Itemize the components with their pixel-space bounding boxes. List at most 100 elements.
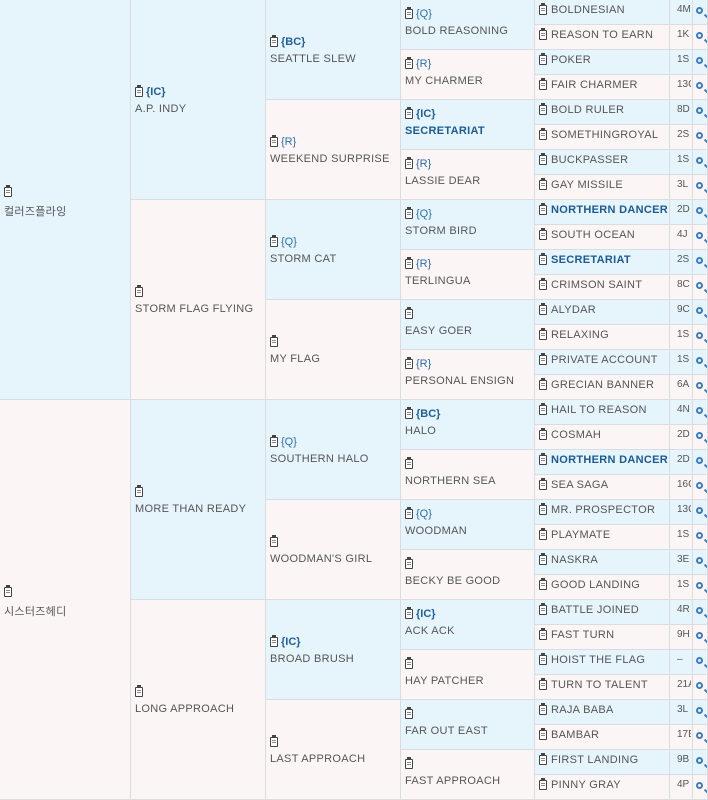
horse-name-link[interactable]: WOODMAN'S GIRL xyxy=(270,553,396,565)
magnifier-icon[interactable] xyxy=(696,32,703,39)
clipboard-icon[interactable] xyxy=(539,553,547,566)
horse-name-link[interactable]: HALO xyxy=(405,425,530,437)
horse-name-link[interactable]: BOLDNESIAN xyxy=(551,4,625,16)
clipboard-icon[interactable] xyxy=(539,778,547,791)
horse-cell-gen5-boldnesian[interactable]: BOLDNESIAN 4M xyxy=(535,0,708,25)
horse-name-link[interactable]: FAIR CHARMER xyxy=(551,79,638,91)
clipboard-icon[interactable] xyxy=(135,85,143,98)
horse-name-link[interactable]: BECKY BE GOOD xyxy=(405,575,530,587)
horse-name-link[interactable]: TERLINGUA xyxy=(405,275,530,287)
clipboard-icon[interactable] xyxy=(270,435,278,448)
horse-name-link[interactable]: ALYDAR xyxy=(551,304,596,316)
horse-name-link[interactable]: LONG APPROACH xyxy=(135,703,261,715)
horse-cell-gen3-weekend-surprise[interactable]: {R} WEEKEND SURPRISE xyxy=(266,100,401,200)
horse-cell-gen2-long-approach[interactable]: LONG APPROACH xyxy=(131,600,266,800)
horse-cell-gen5-northern-dancer[interactable]: NORTHERN DANCER 2D xyxy=(535,200,708,225)
clipboard-icon[interactable] xyxy=(539,453,547,466)
horse-name-link[interactable]: FAR OUT EAST xyxy=(405,725,530,737)
clipboard-icon[interactable] xyxy=(539,303,547,316)
horse-cell-gen5-gay-missile[interactable]: GAY MISSILE 3L xyxy=(535,175,708,200)
horse-cell-gen4-personal-ensign[interactable]: {R} PERSONAL ENSIGN xyxy=(401,350,535,400)
magnifier-icon[interactable] xyxy=(696,182,703,189)
horse-cell-gen3-my-flag[interactable]: MY FLAG xyxy=(266,300,401,400)
horse-name-link[interactable]: SOUTHERN HALO xyxy=(270,453,396,465)
magnifier-icon[interactable] xyxy=(696,257,703,264)
clipboard-icon[interactable] xyxy=(539,228,547,241)
clipboard-icon[interactable] xyxy=(539,153,547,166)
horse-name-link[interactable]: BAMBAR xyxy=(551,729,599,741)
magnifier-icon[interactable] xyxy=(696,57,703,64)
horse-name-link[interactable]: WOODMAN xyxy=(405,525,530,537)
clipboard-icon[interactable] xyxy=(4,585,12,598)
horse-cell-gen5-fair-charmer[interactable]: FAIR CHARMER 13C xyxy=(535,75,708,100)
horse-cell-gen4-ack-ack[interactable]: {IC} ACK ACK xyxy=(401,600,535,650)
horse-cell-gen5-cosmah[interactable]: COSMAH 2D xyxy=(535,425,708,450)
clipboard-icon[interactable] xyxy=(405,407,413,420)
horse-cell-gen5-good-landing[interactable]: GOOD LANDING 1S xyxy=(535,575,708,600)
clipboard-icon[interactable] xyxy=(405,657,413,670)
horse-cell-gen5-hail-to-reason[interactable]: HAIL TO REASON 4N xyxy=(535,400,708,425)
horse-name-link[interactable]: SEATTLE SLEW xyxy=(270,53,396,65)
clipboard-icon[interactable] xyxy=(539,653,547,666)
clipboard-icon[interactable] xyxy=(539,528,547,541)
horse-name-link[interactable]: GAY MISSILE xyxy=(551,179,623,191)
horse-name-link[interactable]: BOLD REASONING xyxy=(405,25,530,37)
clipboard-icon[interactable] xyxy=(405,57,413,70)
horse-name-link[interactable]: 컬러즈플라잉 xyxy=(4,203,126,219)
clipboard-icon[interactable] xyxy=(270,335,278,348)
magnifier-icon[interactable] xyxy=(696,307,703,314)
horse-cell-gen4-halo[interactable]: {BC} HALO xyxy=(401,400,535,450)
horse-cell-gen4-hay-patcher[interactable]: HAY PATCHER xyxy=(401,650,535,700)
clipboard-icon[interactable] xyxy=(539,678,547,691)
horse-cell-gen5-first-landing[interactable]: FIRST LANDING 9B xyxy=(535,750,708,775)
horse-cell-gen5-northern-dancer[interactable]: NORTHERN DANCER 2D xyxy=(535,450,708,475)
horse-cell-gen5-buckpasser[interactable]: BUCKPASSER 1S xyxy=(535,150,708,175)
horse-name-link[interactable]: BUCKPASSER xyxy=(551,154,628,166)
clipboard-icon[interactable] xyxy=(539,128,547,141)
clipboard-icon[interactable] xyxy=(539,378,547,391)
magnifier-icon[interactable] xyxy=(696,407,703,414)
horse-cell-gen5-fast-turn[interactable]: FAST TURN 9H xyxy=(535,625,708,650)
magnifier-icon[interactable] xyxy=(696,707,703,714)
horse-name-link[interactable]: PLAYMATE xyxy=(551,529,610,541)
horse-name-link[interactable]: TURN TO TALENT xyxy=(551,679,648,691)
horse-name-link[interactable]: STORM FLAG FLYING xyxy=(135,303,261,315)
horse-name-link[interactable]: NASKRA xyxy=(551,554,598,566)
clipboard-icon[interactable] xyxy=(539,53,547,66)
horse-cell-gen2-more-than-ready[interactable]: MORE THAN READY xyxy=(131,400,266,600)
horse-cell-gen3-seattle-slew[interactable]: {BC} SEATTLE SLEW xyxy=(266,0,401,100)
clipboard-icon[interactable] xyxy=(539,253,547,266)
horse-name-link[interactable]: STORM BIRD xyxy=(405,225,530,237)
horse-cell-gen3-storm-cat[interactable]: {Q} STORM CAT xyxy=(266,200,401,300)
horse-cell-gen2-a-p-indy[interactable]: {IC} A.P. INDY xyxy=(131,0,266,200)
horse-name-link[interactable]: NORTHERN DANCER xyxy=(551,204,668,216)
horse-cell-gen4-far-out-east[interactable]: FAR OUT EAST xyxy=(401,700,535,750)
clipboard-icon[interactable] xyxy=(539,28,547,41)
horse-name-link[interactable]: PRIVATE ACCOUNT xyxy=(551,354,658,366)
magnifier-icon[interactable] xyxy=(696,732,703,739)
horse-cell-gen5-south-ocean[interactable]: SOUTH OCEAN 4J xyxy=(535,225,708,250)
clipboard-icon[interactable] xyxy=(405,607,413,620)
magnifier-icon[interactable] xyxy=(696,107,703,114)
magnifier-icon[interactable] xyxy=(696,207,703,214)
magnifier-icon[interactable] xyxy=(696,457,703,464)
horse-cell-gen2-storm-flag-flying[interactable]: STORM FLAG FLYING xyxy=(131,200,266,400)
clipboard-icon[interactable] xyxy=(539,503,547,516)
horse-name-link[interactable]: FAST TURN xyxy=(551,629,614,641)
horse-name-link[interactable]: REASON TO EARN xyxy=(551,29,653,41)
horse-name-link[interactable]: LAST APPROACH xyxy=(270,753,396,765)
horse-name-link[interactable]: EASY GOER xyxy=(405,325,530,337)
horse-cell-gen4-fast-approach[interactable]: FAST APPROACH xyxy=(401,750,535,800)
clipboard-icon[interactable] xyxy=(405,107,413,120)
horse-cell-gen4-my-charmer[interactable]: {R} MY CHARMER xyxy=(401,50,535,100)
clipboard-icon[interactable] xyxy=(270,735,278,748)
magnifier-icon[interactable] xyxy=(696,132,703,139)
horse-name-link[interactable]: NORTHERN DANCER xyxy=(551,454,668,466)
horse-cell-gen4-woodman[interactable]: {Q} WOODMAN xyxy=(401,500,535,550)
magnifier-icon[interactable] xyxy=(696,482,703,489)
horse-name-link[interactable]: BATTLE JOINED xyxy=(551,604,639,616)
horse-cell-gen5-sea-saga[interactable]: SEA SAGA 16C xyxy=(535,475,708,500)
horse-cell-gen5-somethingroyal[interactable]: SOMETHINGROYAL 2S xyxy=(535,125,708,150)
horse-name-link[interactable]: SECRETARIAT xyxy=(551,254,631,266)
clipboard-icon[interactable] xyxy=(539,728,547,741)
